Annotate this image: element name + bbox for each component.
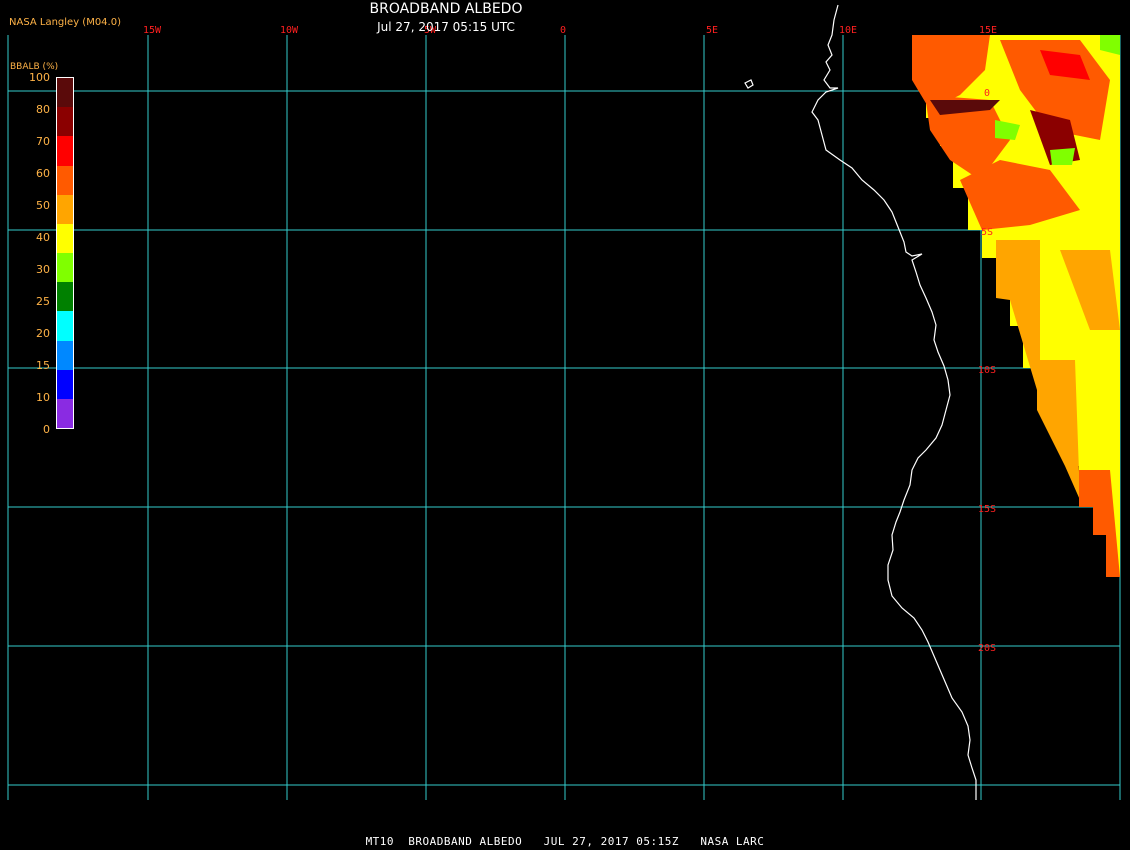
map-timestamp: Jul 27, 2017 05:15 UTC <box>377 20 515 34</box>
legend-swatch <box>57 107 73 137</box>
legend-swatch <box>57 398 73 429</box>
albedo-patch <box>996 240 1040 400</box>
legend-tick-label: 0 <box>43 423 50 436</box>
legend-tick-label: 70 <box>36 135 50 148</box>
footer-caption: MT10 BROADBAND ALBEDO JUL 27, 2017 05:15… <box>365 835 765 848</box>
legend-swatch <box>57 340 73 371</box>
legend-swatch <box>57 223 73 254</box>
albedo-map: 15W 10W 5W 0 5E 10E 15E05S10S15S20S <box>7 4 1121 800</box>
albedo-green-patch <box>1050 148 1075 165</box>
legend-tick-label: 50 <box>36 199 50 212</box>
latitude-label: 20S <box>978 643 996 654</box>
legend-swatch <box>57 253 73 283</box>
legend-tick-label: 80 <box>36 103 50 116</box>
longitude-label: 15E <box>979 25 997 36</box>
legend-tick-label: 40 <box>36 231 50 244</box>
latitude-label: 10S <box>978 365 996 376</box>
legend-swatch <box>57 78 73 108</box>
legend-swatch <box>57 165 73 196</box>
latitude-label: 15S <box>978 504 996 515</box>
legend-swatch <box>57 369 73 400</box>
legend-tick-label: 10 <box>36 391 50 404</box>
legend-tick-label: 25 <box>36 295 50 308</box>
albedo-data-field <box>912 35 1120 577</box>
latitude-label: 0 <box>984 88 990 99</box>
legend-color-bar <box>56 77 74 429</box>
legend-tick-label: 30 <box>36 263 50 276</box>
legend-swatch <box>57 194 73 225</box>
legend-tick-label: 100 <box>29 71 50 84</box>
legend-swatch <box>57 311 73 341</box>
latitude-label: 5S <box>981 227 993 238</box>
map-title: BROADBAND ALBEDO <box>369 1 523 17</box>
legend-tick-label: 20 <box>36 327 50 340</box>
legend-swatch <box>57 136 73 166</box>
legend-swatch <box>57 282 73 312</box>
albedo-patch <box>1037 360 1080 500</box>
legend-tick-label: 15 <box>36 359 50 372</box>
grid-labels: 15W 10W 5W 0 5E 10E 15E05S10S15S20S <box>143 25 997 654</box>
island-outline <box>744 79 754 89</box>
legend-tick-label: 60 <box>36 167 50 180</box>
credit-label: NASA Langley (M04.0) <box>9 17 121 28</box>
